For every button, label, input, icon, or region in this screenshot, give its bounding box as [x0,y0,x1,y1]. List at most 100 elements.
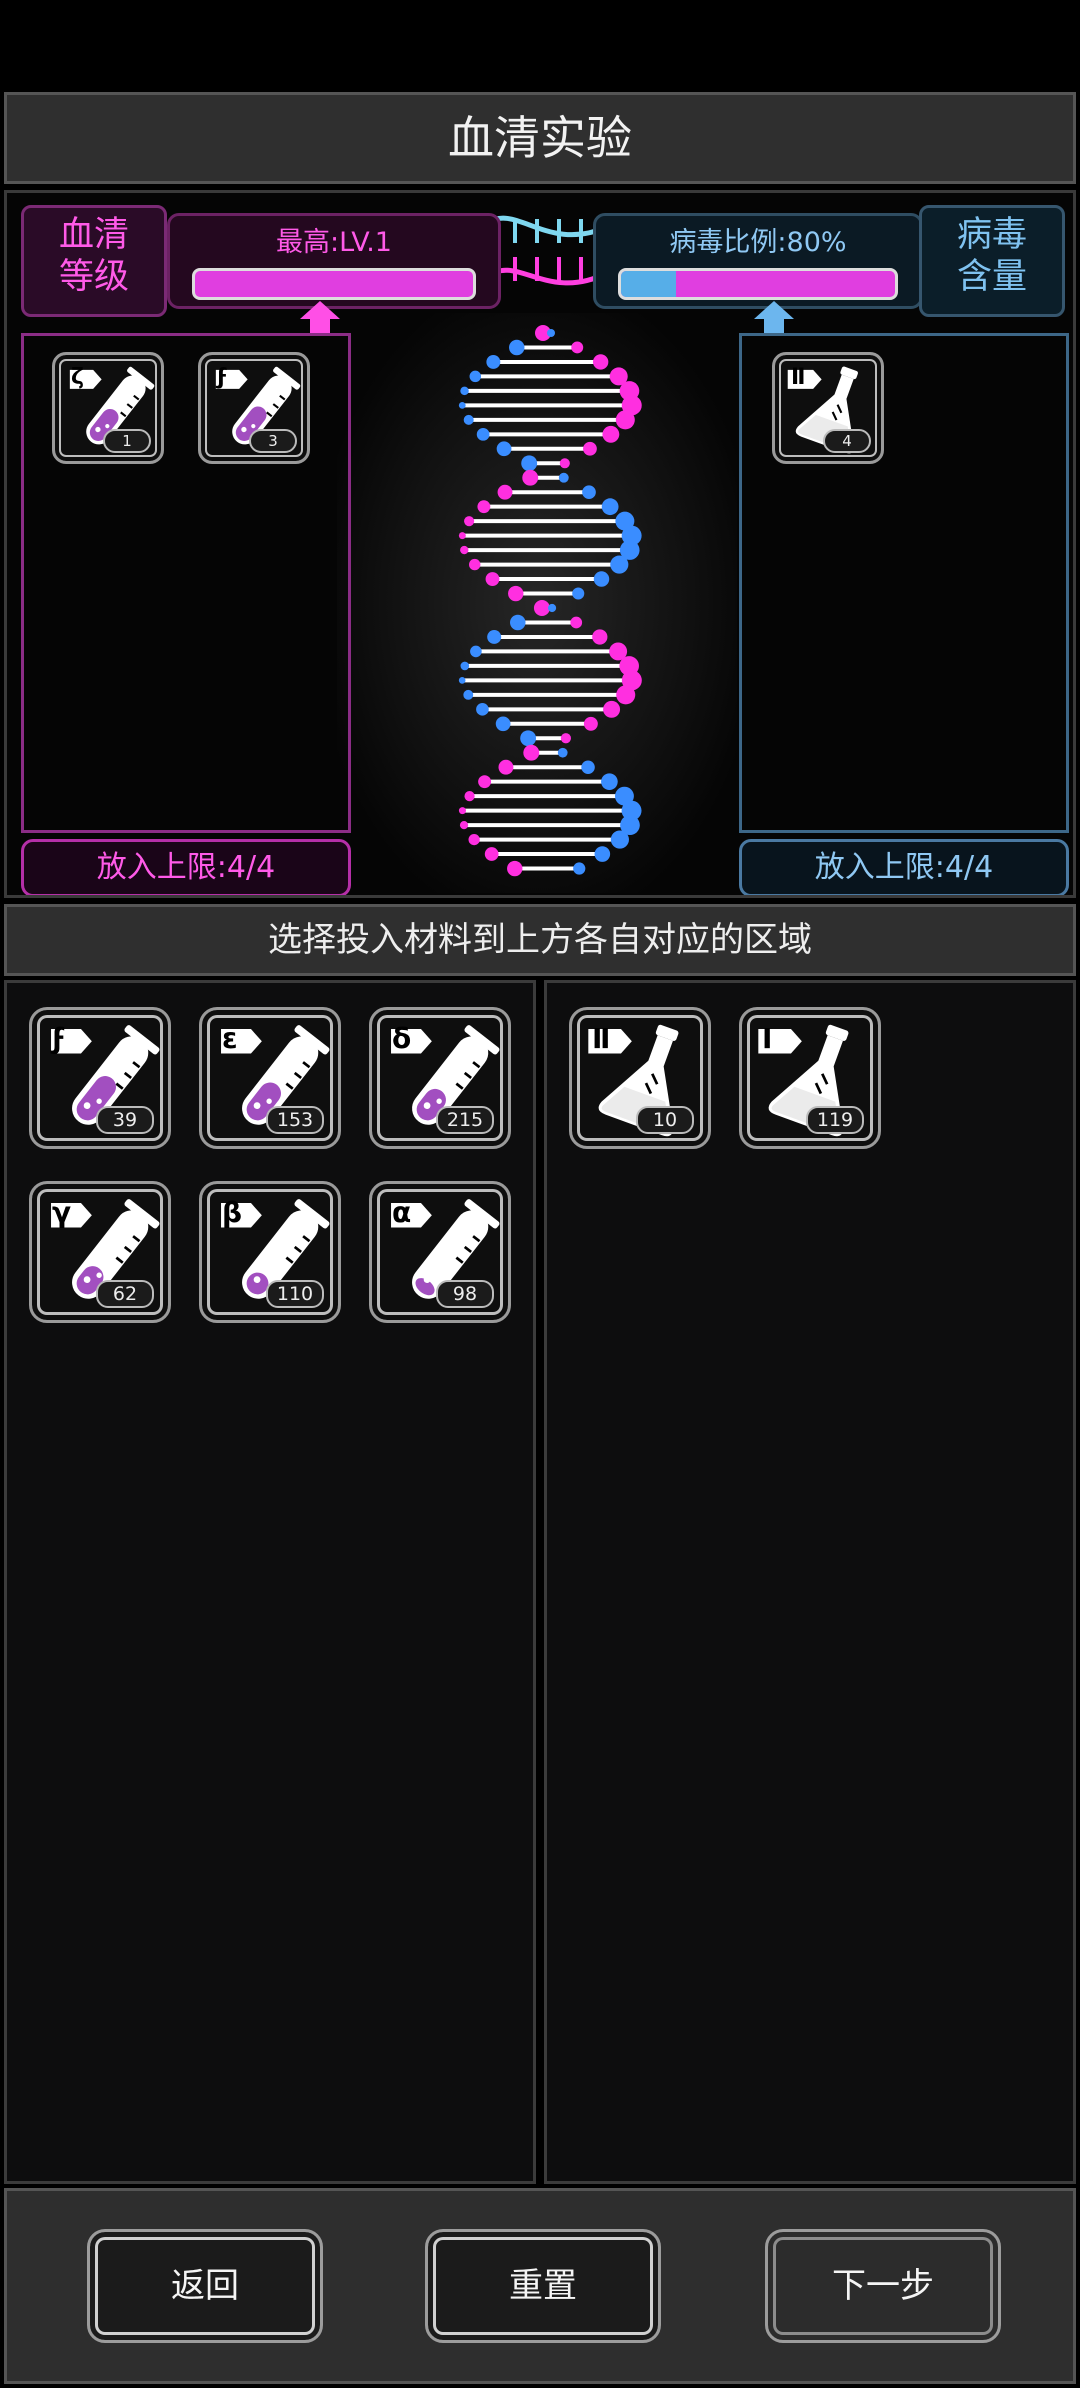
item-count: 1 [103,429,151,453]
next-step-button[interactable]: 下一步 [765,2229,1001,2343]
serum-drop-zone[interactable]: ζ1ϝ3 [21,333,351,833]
dna-node [573,862,586,875]
serum-item[interactable]: ϝ 39 [29,1007,171,1149]
dna-node [476,427,490,441]
dna-node [601,773,618,791]
dna-node [458,807,466,815]
virus-item[interactable]: Ⅱ 10 [569,1007,711,1149]
serum-item[interactable]: ε 153 [199,1007,341,1149]
serum-tag-line1: 血清 [58,215,129,255]
dna-node [523,744,540,761]
virus-grade-label: Ⅱ [592,1022,611,1055]
virus-ratio-fill [621,271,676,297]
dna-node [615,410,635,430]
dna-node [460,386,469,396]
dna-node [469,558,481,571]
dna-node [498,759,514,775]
dna-node [583,441,597,456]
dna-node [603,700,621,718]
dna-node [592,629,608,645]
serum-grade-label: ζ [71,365,84,390]
dna-node [610,830,629,849]
virus-meter-label: 病毒比例:80% [669,227,847,258]
dna-node [522,469,539,486]
dna-node [469,370,482,383]
dna-node [509,339,525,356]
dna-node [507,860,523,877]
dna-node [468,833,480,846]
dna-node [616,685,636,705]
dna-node [487,629,502,644]
serum-limit-label: 放入上限:4/4 [21,839,351,895]
item-count: 4 [823,429,871,453]
serum-item[interactable]: γ 62 [29,1181,171,1323]
dna-strand [485,215,608,238]
dna-node [592,354,609,370]
dna-node [547,603,557,613]
virus-tag-line2: 含量 [956,257,1027,297]
dna-node [464,791,475,802]
dna-node [547,329,555,337]
dna-node [478,775,492,789]
arrow-up-stem [310,319,330,333]
dna-node [593,571,610,587]
dna-node [572,587,585,600]
dna-node [510,614,526,631]
dna-node [484,847,499,861]
virus-item[interactable]: Ⅰ 119 [739,1007,881,1149]
item-count: 98 [436,1280,494,1308]
serum-item[interactable]: β 110 [199,1181,341,1323]
virus-ratio-bar [618,268,898,300]
dna-node [570,616,583,629]
virus-inventory: Ⅱ 10 Ⅰ 119 [544,980,1076,2184]
lab-area: 血清 等级 最高:LV.1 病毒比例:80% 病毒 含量 ζ1ϝ3 Ⅱ4 放入上… [4,190,1076,898]
item-count: 3 [249,429,297,453]
dna-node [460,661,470,671]
page-title: 血清实验 [448,111,632,165]
virus-grade-label: Ⅱ [791,365,806,390]
serum-item[interactable]: ζ1 [52,352,164,464]
dna-node [571,341,584,354]
serum-grade-label: ϝ [52,1022,66,1055]
dna-strand [485,267,609,286]
reset-button[interactable]: 重置 [425,2229,661,2343]
dna-node [458,401,466,409]
virus-item[interactable]: Ⅱ4 [772,352,884,464]
dna-node [486,354,501,369]
item-count: 119 [806,1106,864,1134]
item-count: 215 [436,1106,494,1134]
dna-node [464,516,475,527]
dna-node [470,645,482,658]
item-count: 153 [266,1106,324,1134]
serum-item[interactable]: ϝ3 [198,352,310,464]
dna-node [557,747,568,758]
dna-node [458,532,466,540]
dna-node [558,472,569,483]
virus-grade-label: Ⅰ [762,1022,773,1055]
virus-limit-label: 放入上限:4/4 [739,839,1069,895]
virus-drop-zone[interactable]: Ⅱ4 [739,333,1069,833]
serum-grade-label: δ [392,1022,412,1055]
serum-inventory: ϝ 39 ε 153 δ 215 γ 62 β 110 α 98 [4,980,536,2184]
arrow-up-icon [300,301,340,319]
dna-node [476,702,489,716]
back-button[interactable]: 返回 [87,2229,323,2343]
dna-node [560,733,571,744]
instruction-text: 选择投入材料到上方各自对应的区域 [268,920,812,960]
serum-tag-line2: 等级 [58,257,129,297]
dna-node [477,500,491,514]
serum-grade-label: ϝ [217,365,228,390]
dna-node [463,689,474,700]
dna-node [463,414,474,425]
serum-item[interactable]: δ 215 [369,1007,511,1149]
serum-item[interactable]: α 98 [369,1181,511,1323]
item-count: 10 [636,1106,694,1134]
serum-level-meter: 最高:LV.1 [167,213,501,309]
dna-node [460,545,469,555]
dna-node [458,677,466,684]
serum-grade-label: β [222,1196,243,1229]
serum-meter-label: 最高:LV.1 [276,227,392,258]
arrow-up-icon [754,301,794,319]
dna-node [559,458,570,469]
footer-bar: 返回 重置 下一步 [4,2188,1076,2384]
